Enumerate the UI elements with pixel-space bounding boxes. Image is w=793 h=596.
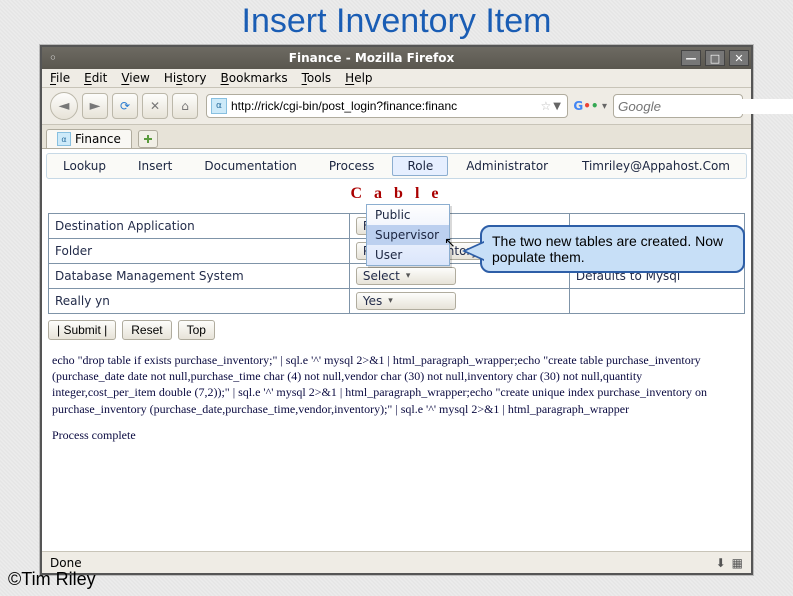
tab-favicon-icon: α [57,132,71,146]
role-dropdown-menu: Public Supervisor User [366,204,450,266]
browser-toolbar: ◄ ► ⟳ ✕ ⌂ α ☆ ▼ G•• ▾ 🔍 [42,88,751,125]
new-tab-button[interactable] [138,130,158,148]
reset-button[interactable]: Reset [122,320,171,340]
menu-role[interactable]: Role [392,156,448,176]
table-row: Really yn Yes▾ [49,289,745,314]
reload-button[interactable]: ⟳ [112,93,138,119]
label-really-yn: Really yn [49,289,350,314]
menu-insert[interactable]: Insert [124,157,186,175]
command-output: echo "drop table if exists purchase_inve… [48,346,745,459]
back-button[interactable]: ◄ [50,92,78,120]
search-box[interactable]: 🔍 [613,94,743,118]
copyright-text: ©Tim Riley [8,569,96,590]
role-option-public[interactable]: Public [367,205,449,225]
menu-documentation[interactable]: Documentation [190,157,311,175]
status-text: Done [50,556,82,570]
menu-history[interactable]: History [164,71,207,85]
output-text: echo "drop table if exists purchase_inve… [52,352,741,417]
browser-window: ◦ Finance - Mozilla Firefox — □ ✕ File E… [40,45,753,575]
menu-tools[interactable]: Tools [302,71,332,85]
menu-help[interactable]: Help [345,71,372,85]
search-input[interactable] [618,99,793,114]
chevron-down-icon: ▾ [382,296,393,306]
menu-user-email[interactable]: Timriley@Appahost.Com [568,157,744,175]
status-misc-icon[interactable]: ▦ [732,556,743,570]
site-favicon-icon: α [211,98,227,114]
menu-process[interactable]: Process [315,157,389,175]
defaults-cell [569,289,744,314]
home-button[interactable]: ⌂ [172,93,198,119]
bookmark-star-icon[interactable]: ☆ [541,99,552,113]
browser-menubar[interactable]: File Edit View History Bookmarks Tools H… [42,69,751,88]
menu-lookup[interactable]: Lookup [49,157,120,175]
tab-label: Finance [75,132,121,146]
forward-button[interactable]: ► [82,93,108,119]
google-logo-icon[interactable]: G•• [576,97,596,115]
combo-really-yn[interactable]: Yes▾ [356,292,456,310]
tab-strip: α Finance [42,125,751,149]
label-folder: Folder [49,239,350,264]
maximize-button[interactable]: □ [705,50,725,66]
status-bar: Done ⬇ ▦ [42,551,751,573]
engine-dropdown-icon[interactable]: ▾ [602,101,607,112]
system-menu-icon[interactable]: ◦ [42,51,64,65]
menu-edit[interactable]: Edit [84,71,107,85]
url-dropdown-icon[interactable]: ▼ [553,101,561,112]
role-option-user[interactable]: User [367,245,449,265]
menu-file[interactable]: File [50,71,70,85]
chevron-down-icon: ▾ [400,271,411,281]
output-complete: Process complete [52,427,741,443]
stop-button[interactable]: ✕ [142,93,168,119]
download-icon[interactable]: ⬇ [716,556,726,570]
top-button[interactable]: Top [178,320,215,340]
url-bar[interactable]: α ☆ ▼ [206,94,568,118]
menu-administrator[interactable]: Administrator [452,157,562,175]
minimize-button[interactable]: — [681,50,701,66]
app-menu: Lookup Insert Documentation Process Role… [46,153,747,179]
tab-finance[interactable]: α Finance [46,129,132,148]
window-titlebar: ◦ Finance - Mozilla Firefox — □ ✕ [42,47,751,69]
page-content: Lookup Insert Documentation Process Role… [42,149,751,551]
menu-view[interactable]: View [121,71,149,85]
slide-title: Insert Inventory Item [0,0,793,43]
menu-bookmarks[interactable]: Bookmarks [221,71,288,85]
label-destination-application: Destination Application [49,214,350,239]
annotation-callout: The two new tables are created. Now popu… [480,225,745,273]
label-dbms: Database Management System [49,264,350,289]
close-button[interactable]: ✕ [729,50,749,66]
button-row: | Submit | Reset Top [48,314,745,346]
window-title: Finance - Mozilla Firefox [64,51,679,65]
role-option-supervisor[interactable]: Supervisor [367,225,449,245]
combo-dbms[interactable]: Select▾ [356,267,456,285]
submit-button[interactable]: | Submit | [48,320,116,340]
url-input[interactable] [231,99,537,113]
